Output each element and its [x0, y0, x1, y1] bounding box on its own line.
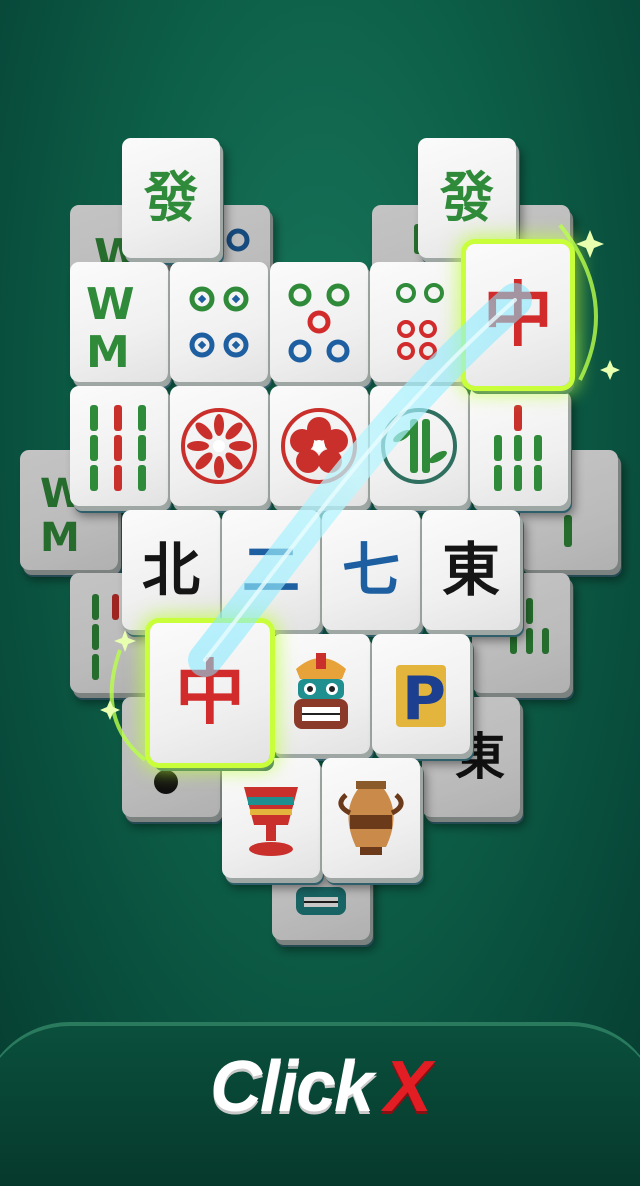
tile-wm-bamboo[interactable]: W M — [70, 262, 168, 382]
qi-char: 七 — [341, 536, 400, 604]
logo-word: Click — [209, 1047, 374, 1127]
zhong-char: 中 — [175, 652, 245, 734]
tile-dong[interactable]: 東 — [422, 510, 520, 630]
svg-text:M: M — [86, 327, 130, 377]
tile-qi[interactable]: 七 — [322, 510, 420, 630]
tile-fa-left[interactable]: 發 — [122, 138, 220, 258]
tile-nine-bamboo[interactable] — [70, 386, 168, 506]
tile-flower-1[interactable] — [170, 386, 268, 506]
tile-bamboo-circle[interactable] — [370, 386, 468, 506]
fa-char: 發 — [144, 166, 198, 229]
dong-char: 東 — [441, 536, 500, 604]
zhong-tile-top-right[interactable]: 中 — [466, 244, 570, 386]
tile-four-dots[interactable] — [170, 262, 268, 382]
svg-text:W: W — [86, 279, 135, 330]
bamboo-icon — [90, 405, 146, 491]
plum-blossom-icon — [281, 408, 357, 484]
four-circles-icon — [189, 286, 249, 358]
tile-flower-2[interactable] — [270, 386, 368, 506]
wm-icon: W M — [86, 279, 135, 377]
bei-char: 北 — [141, 536, 200, 604]
svg-text:M: M — [40, 515, 80, 561]
fa-char: 發 — [440, 166, 494, 229]
logo-x: X — [384, 1047, 432, 1127]
bamboo-circle-icon — [381, 408, 457, 484]
letter-p: P — [402, 664, 446, 734]
tiki-mask-icon — [294, 653, 348, 729]
zhong-char: 中 — [483, 274, 553, 356]
tile-bei[interactable]: 北 — [122, 510, 220, 630]
amphora-icon — [338, 781, 404, 855]
tile-fa-right[interactable]: 發 — [418, 138, 516, 258]
chrysanthemum-icon — [181, 408, 257, 484]
letter-tile-icon: P — [396, 664, 446, 734]
zhong-tile-left[interactable]: 中 — [150, 623, 270, 763]
tile-letter-p[interactable]: P — [372, 634, 470, 754]
bamboo-icon — [494, 405, 542, 491]
tile-six-dots[interactable] — [370, 262, 468, 382]
er-char: 二 — [241, 536, 300, 604]
clickx-logo: Click X — [0, 1042, 640, 1132]
tile-five-dots[interactable] — [270, 262, 368, 382]
mahjong-board: W W M 東 發 發 W M 北 二 七 東 P 中 中 — [0, 0, 640, 1000]
goblet-icon — [244, 787, 298, 856]
five-circles-icon — [288, 283, 350, 363]
six-circles-icon — [396, 283, 444, 360]
tile-six-bamboo[interactable] — [470, 386, 568, 506]
tile-tiki-mask[interactable] — [272, 634, 370, 754]
tile-goblet[interactable] — [222, 758, 320, 878]
tile-er[interactable]: 二 — [222, 510, 320, 630]
tile-amphora[interactable] — [322, 758, 420, 878]
